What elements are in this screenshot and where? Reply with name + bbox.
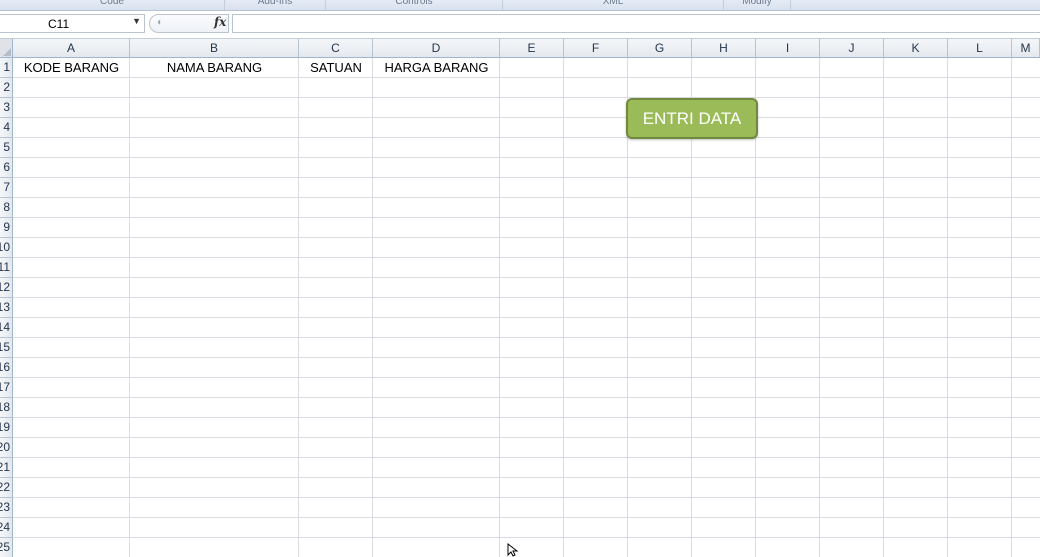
column-header-k[interactable]: K (884, 39, 948, 58)
name-box-value: C11 (48, 17, 70, 31)
row-header-12[interactable]: 12 (0, 278, 13, 298)
row-header-11[interactable]: 11 (0, 258, 13, 278)
worksheet-grid[interactable]: A B C D E F G H I J K L M 1 2 3 4 5 6 7 … (0, 39, 1040, 557)
column-header-i[interactable]: I (756, 39, 820, 58)
row-header-24[interactable]: 24 (0, 518, 13, 538)
column-header-c[interactable]: C (299, 39, 373, 58)
gridline (372, 58, 373, 557)
ribbon-group-bar: Code Add-Ins Controls XML Modify (0, 0, 1040, 11)
cell-b1[interactable]: NAMA BARANG (130, 58, 299, 78)
entri-data-button[interactable]: ENTRI DATA (626, 98, 758, 139)
row-header-25[interactable]: 25 (0, 538, 13, 557)
formula-bar: C11 ▼ ◖ fx (0, 11, 1040, 39)
row-header-5[interactable]: 5 (0, 138, 13, 158)
gridline (883, 58, 884, 557)
column-header-l[interactable]: L (948, 39, 1012, 58)
formula-input[interactable] (232, 14, 1040, 33)
row-header-4[interactable]: 4 (0, 118, 13, 138)
ribbon-group-addins: Add-Ins (225, 0, 326, 10)
gridline (563, 58, 564, 557)
row-header-13[interactable]: 13 (0, 298, 13, 318)
row-header-3[interactable]: 3 (0, 98, 13, 118)
column-header-d[interactable]: D (373, 39, 500, 58)
column-header-b[interactable]: B (130, 39, 299, 58)
chevron-down-icon[interactable]: ▼ (132, 16, 141, 26)
row-header-17[interactable]: 17 (0, 378, 13, 398)
row-header-7[interactable]: 7 (0, 178, 13, 198)
formula-bar-controls: ◖ fx (149, 14, 229, 33)
gridline (1011, 58, 1012, 557)
select-all-corner[interactable] (0, 39, 13, 58)
gridline (819, 58, 820, 557)
column-header-m[interactable]: M (1012, 39, 1040, 58)
row-header-20[interactable]: 20 (0, 438, 13, 458)
cell-area[interactable] (13, 58, 1040, 557)
cell-a1[interactable]: KODE BARANG (13, 58, 130, 78)
row-header-19[interactable]: 19 (0, 418, 13, 438)
ribbon-group-controls: Controls (326, 0, 503, 10)
row-header-14[interactable]: 14 (0, 318, 13, 338)
mouse-pointer-icon (507, 543, 519, 557)
ribbon-group-xml: XML (503, 0, 724, 10)
ribbon-group-modify: Modify (724, 0, 791, 10)
row-header-18[interactable]: 18 (0, 398, 13, 418)
fx-icon[interactable]: fx (214, 15, 226, 29)
ribbon-group-code: Code (0, 0, 225, 10)
row-header-23[interactable]: 23 (0, 498, 13, 518)
resize-grip-icon[interactable]: ◖ (156, 17, 162, 28)
row-header-10[interactable]: 10 (0, 238, 13, 258)
column-header-e[interactable]: E (500, 39, 564, 58)
row-header-8[interactable]: 8 (0, 198, 13, 218)
column-header-h[interactable]: H (692, 39, 756, 58)
gridline (499, 58, 500, 557)
gridline (298, 58, 299, 557)
row-header-1[interactable]: 1 (0, 58, 13, 78)
gridline (129, 58, 130, 557)
row-header-2[interactable]: 2 (0, 78, 13, 98)
column-header-a[interactable]: A (13, 39, 130, 58)
column-header-j[interactable]: J (820, 39, 884, 58)
row-header-15[interactable]: 15 (0, 338, 13, 358)
cell-c1[interactable]: SATUAN (299, 58, 373, 78)
row-header-22[interactable]: 22 (0, 478, 13, 498)
column-header-f[interactable]: F (564, 39, 628, 58)
row-header-6[interactable]: 6 (0, 158, 13, 178)
gridline (947, 58, 948, 557)
row-header-16[interactable]: 16 (0, 358, 13, 378)
name-box[interactable]: C11 ▼ (0, 14, 145, 33)
row-header-9[interactable]: 9 (0, 218, 13, 238)
cell-d1[interactable]: HARGA BARANG (373, 58, 500, 78)
column-header-g[interactable]: G (628, 39, 692, 58)
row-header-21[interactable]: 21 (0, 458, 13, 478)
